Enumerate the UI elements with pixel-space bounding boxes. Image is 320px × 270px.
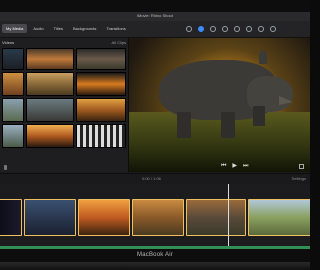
playback-controls-bar: ⏮ ▶ ⏭	[129, 162, 310, 172]
color-correction-icon[interactable]	[198, 26, 204, 32]
adjustment-toolbar	[186, 26, 276, 32]
play-icon[interactable]: ▶	[232, 163, 237, 169]
device-label: MacBook Air	[137, 252, 173, 258]
playback-controls: ⏮ ▶ ⏭	[221, 163, 248, 169]
clip-thumbnail[interactable]	[26, 48, 74, 70]
volume-icon[interactable]	[234, 26, 240, 32]
microphone-icon[interactable]	[4, 165, 7, 170]
clip-thumbnail[interactable]	[2, 124, 24, 148]
timeline[interactable]	[0, 184, 310, 249]
tab-backgrounds[interactable]: Backgrounds	[69, 24, 100, 33]
clip-thumbnail[interactable]	[76, 72, 126, 96]
fullscreen-icon[interactable]	[299, 164, 304, 169]
window-title: iMovie: Rhino Shoot	[137, 13, 173, 18]
stabilization-icon[interactable]	[222, 26, 228, 32]
rhino-leg	[253, 106, 265, 126]
clip-thumbnail[interactable]	[26, 124, 74, 148]
skip-back-icon[interactable]: ⏮	[221, 163, 226, 169]
rhino-leg	[177, 112, 191, 138]
clip-thumbnail[interactable]	[76, 98, 126, 122]
library-header: Videos All Clips	[2, 40, 126, 47]
timeline-clip[interactable]	[248, 199, 310, 236]
clip-filter[interactable]: All Clips	[112, 40, 126, 45]
clip-thumbnail[interactable]	[76, 124, 126, 148]
device-bottom-edge	[0, 262, 310, 270]
timeline-clip[interactable]	[0, 199, 22, 236]
clip-thumbnail[interactable]	[2, 98, 24, 122]
color-balance-icon[interactable]	[186, 26, 192, 32]
timeline-clip[interactable]	[24, 199, 76, 236]
window-titlebar: iMovie: Rhino Shoot	[0, 12, 310, 21]
crop-icon[interactable]	[210, 26, 216, 32]
clip-thumbnail[interactable]	[2, 48, 24, 70]
tab-transitions[interactable]: Transitions	[102, 24, 129, 33]
audio-track[interactable]	[0, 246, 310, 249]
laptop-device: iMovie: Rhino Shoot My Media Audio Title…	[0, 0, 310, 270]
clip-thumbnail[interactable]	[76, 48, 126, 70]
tab-my-media[interactable]: My Media	[2, 24, 28, 33]
app-screen: iMovie: Rhino Shoot My Media Audio Title…	[0, 12, 310, 249]
speed-icon[interactable]	[258, 26, 264, 32]
timeline-clip[interactable]	[186, 199, 246, 236]
toolbar: My Media Audio Titles Backgrounds Transi…	[0, 21, 310, 38]
media-library: Videos All Clips	[0, 38, 129, 172]
timecode: 0:00 / 1:06	[142, 176, 161, 181]
playhead[interactable]	[228, 184, 229, 249]
noise-reduction-icon[interactable]	[246, 26, 252, 32]
clip-thumbnail[interactable]	[2, 72, 24, 96]
clip-thumbnail[interactable]	[26, 72, 74, 96]
clip-thumbnail[interactable]	[26, 98, 74, 122]
rhino-leg	[221, 112, 235, 138]
tab-titles[interactable]: Titles	[50, 24, 67, 33]
timeline-clip[interactable]	[78, 199, 130, 236]
skip-forward-icon[interactable]: ⏭	[243, 163, 248, 169]
rhino-ear	[259, 50, 267, 64]
timeline-settings-button[interactable]: Settings	[292, 176, 306, 181]
tab-audio[interactable]: Audio	[29, 24, 47, 33]
rhino-horn	[279, 96, 293, 105]
timeline-clip[interactable]	[132, 199, 184, 236]
info-icon[interactable]	[270, 26, 276, 32]
library-title: Videos	[2, 40, 15, 45]
media-tabs: My Media Audio Titles Backgrounds Transi…	[2, 24, 130, 33]
video-viewer	[129, 38, 310, 172]
